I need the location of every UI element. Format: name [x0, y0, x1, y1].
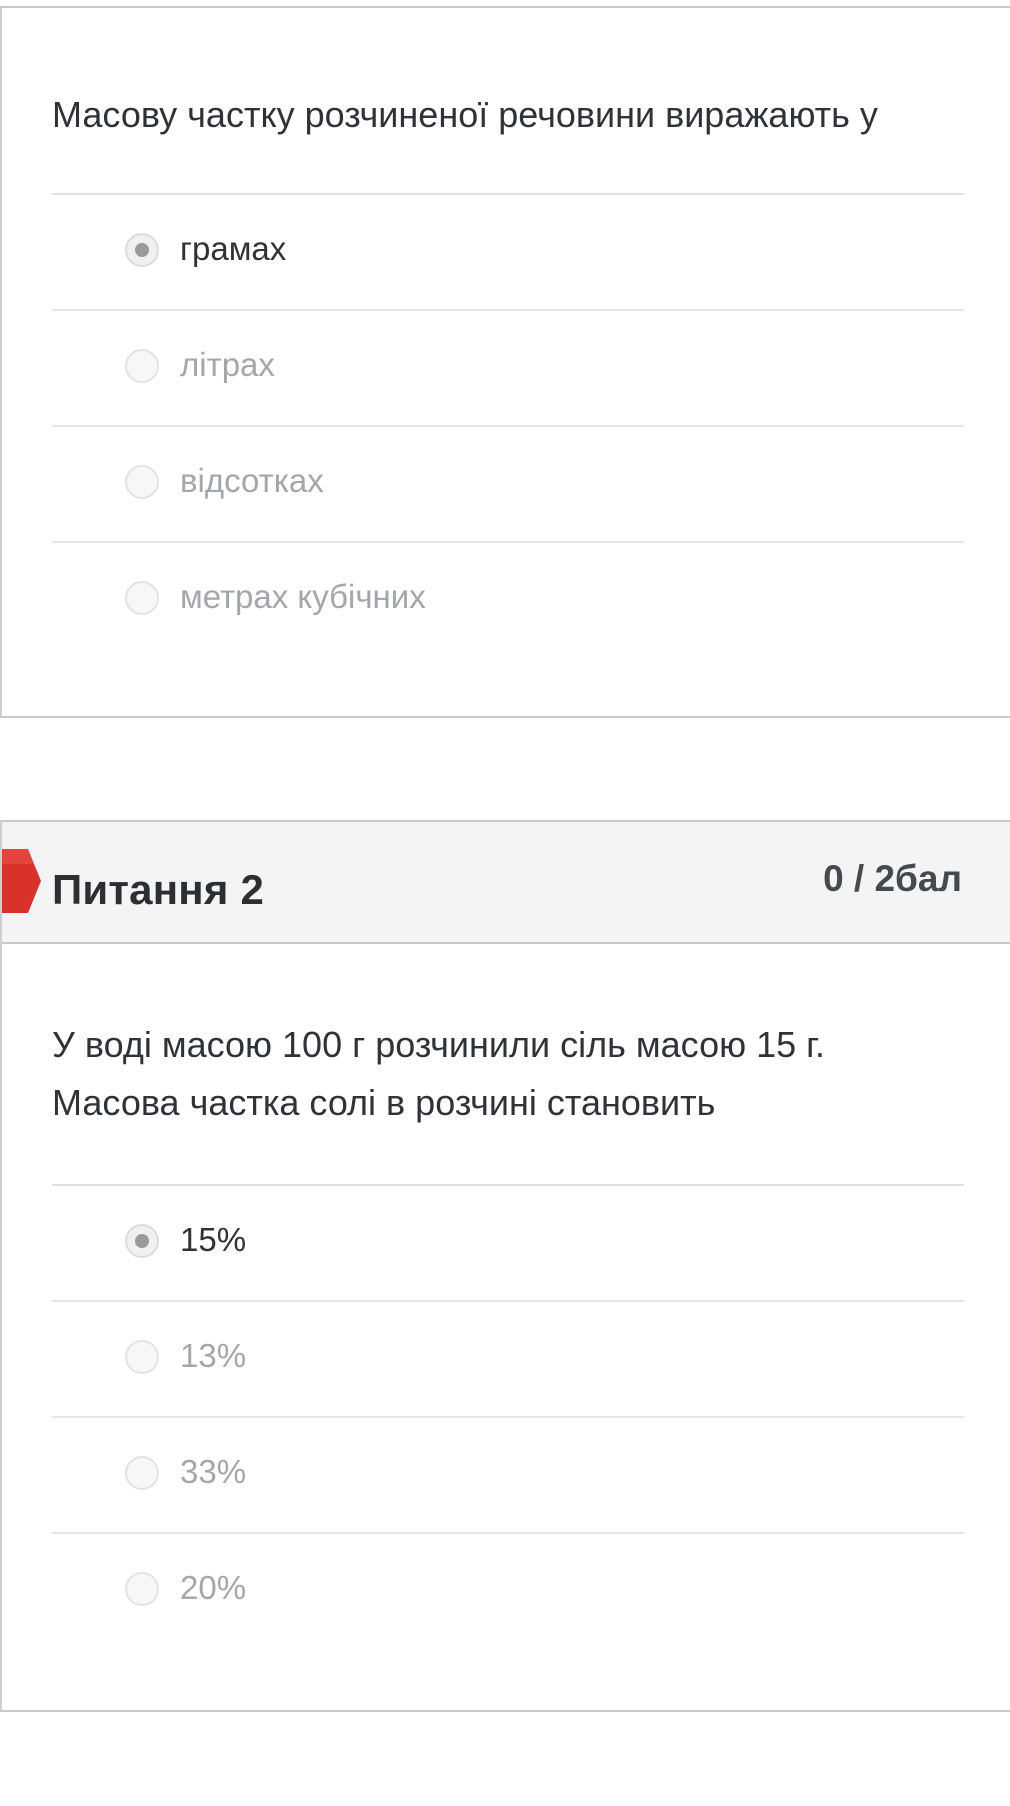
answer-label: 20%	[180, 1569, 247, 1606]
radio-button[interactable]	[125, 1456, 159, 1490]
answer-label: літрах	[180, 346, 275, 383]
answer-option[interactable]: грамах	[52, 195, 964, 311]
radio-button-checked[interactable]	[125, 1224, 159, 1258]
question-2-text: У воді масою 100 г розчинили сіль масою …	[52, 944, 962, 1184]
answer-label: метрах кубічних	[180, 578, 426, 615]
radio-button-checked[interactable]	[125, 233, 159, 267]
answer-option[interactable]: 13%	[52, 1302, 964, 1418]
question-score: 0 / 2бал	[823, 858, 962, 899]
answer-option[interactable]: метрах кубічних	[52, 543, 964, 659]
answer-option[interactable]: 20%	[52, 1534, 964, 1650]
answer-option[interactable]: відсотках	[52, 427, 964, 543]
question-1-body: Масову частку розчиненої речовини виража…	[2, 8, 1010, 659]
answer-option[interactable]: 15%	[52, 1186, 964, 1302]
question-1-answers: грамах літрах відсотках метрах кубічних	[52, 193, 964, 659]
answer-label: 33%	[180, 1453, 247, 1490]
question-2-header: Питання 2 0 / 2бал	[2, 822, 1010, 944]
question-2-answers: 15% 13% 33% 20%	[52, 1184, 964, 1650]
answer-option[interactable]: 33%	[52, 1418, 964, 1534]
answer-label: 15%	[180, 1221, 247, 1258]
question-card-1: Масову частку розчиненої речовини виража…	[0, 6, 1010, 718]
radio-button[interactable]	[125, 465, 159, 499]
answer-label: грамах	[180, 230, 287, 267]
answer-label: відсотках	[180, 462, 324, 499]
question-title: Питання 2	[52, 866, 265, 913]
flag-icon[interactable]	[2, 849, 41, 913]
answer-option[interactable]: літрах	[52, 311, 964, 427]
radio-button[interactable]	[125, 1340, 159, 1374]
radio-button[interactable]	[125, 349, 159, 383]
question-1-text: Масову частку розчиненої речовини виража…	[52, 94, 878, 135]
radio-button[interactable]	[125, 581, 159, 615]
question-2-text-line-1: У воді масою 100 г розчинили сіль масою …	[52, 1024, 825, 1065]
answer-label: 13%	[180, 1337, 247, 1374]
question-card-2: Питання 2 0 / 2бал У воді масою 100 г ро…	[0, 820, 1010, 1712]
question-2-body: У воді масою 100 г розчинили сіль масою …	[2, 944, 1010, 1650]
radio-button[interactable]	[125, 1572, 159, 1606]
question-2-text-line-2: Масова частка солі в розчині становить	[52, 1082, 716, 1123]
